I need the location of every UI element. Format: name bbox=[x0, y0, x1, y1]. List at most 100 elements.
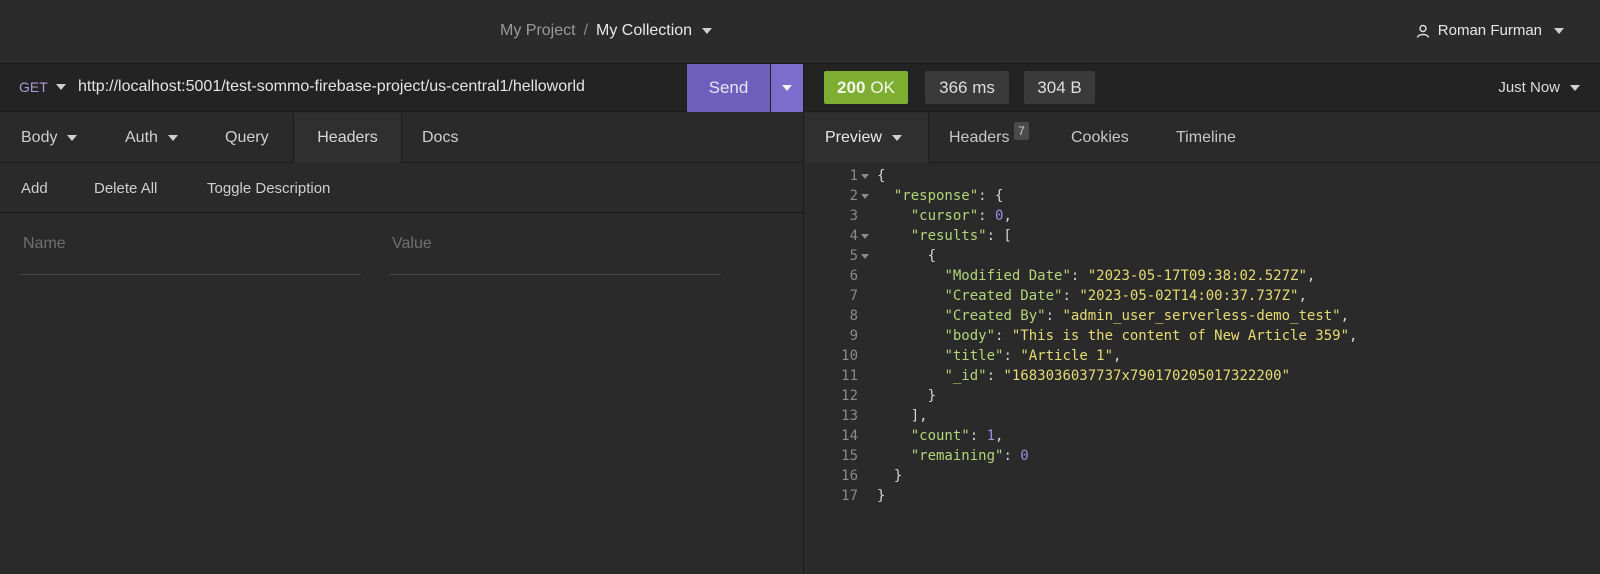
user-icon bbox=[1416, 24, 1429, 38]
code-text: "Modified Date": "2023-05-17T09:38:02.52… bbox=[877, 266, 1315, 286]
header-name-input[interactable] bbox=[20, 235, 361, 253]
code-text: { bbox=[877, 246, 936, 266]
status-badge: 200 OK bbox=[824, 71, 908, 104]
json-punctuation: , bbox=[1306, 268, 1316, 284]
json-key: "results" bbox=[910, 228, 987, 244]
json-punctuation: ], bbox=[910, 408, 928, 424]
tab-label: Preview bbox=[825, 129, 882, 146]
breadcrumb-separator: / bbox=[583, 22, 589, 39]
tab-body[interactable]: Body bbox=[21, 113, 78, 163]
response-size-badge: 304 B bbox=[1024, 71, 1095, 104]
json-punctuation: { bbox=[877, 168, 886, 184]
code-text: "cursor": 0, bbox=[877, 206, 1012, 226]
json-punctuation: } bbox=[927, 388, 937, 404]
code-line: 16 } bbox=[804, 466, 1600, 486]
breadcrumb-project[interactable]: My Project bbox=[500, 22, 576, 40]
line-number: 12 bbox=[841, 388, 858, 404]
json-key: "title" bbox=[944, 348, 1004, 364]
tab-timeline[interactable]: Timeline bbox=[1176, 113, 1236, 163]
tab-cookies[interactable]: Cookies bbox=[1071, 113, 1129, 163]
json-punctuation: : bbox=[1062, 288, 1080, 304]
response-history-menu[interactable]: Just Now bbox=[1498, 79, 1580, 96]
tab-preview[interactable]: Preview bbox=[804, 113, 929, 163]
tab-label: Timeline bbox=[1176, 129, 1236, 146]
json-key: "Modified Date" bbox=[944, 268, 1071, 284]
send-options-button[interactable] bbox=[771, 64, 803, 112]
code-line: 8 "Created By": "admin_user_serverless-d… bbox=[804, 306, 1600, 326]
delete-all-button[interactable]: Delete All bbox=[94, 180, 157, 197]
code-line: 9 "body": "This is the content of New Ar… bbox=[804, 326, 1600, 346]
code-text: "_id": "1683036037737x790170205017322200… bbox=[877, 366, 1290, 386]
tab-label: Headers bbox=[317, 129, 378, 146]
code-text: { bbox=[877, 166, 885, 186]
status-code: 200 bbox=[837, 77, 866, 97]
tab-query[interactable]: Query bbox=[225, 113, 269, 163]
chevron-down-icon[interactable] bbox=[702, 28, 713, 34]
line-number: 3 bbox=[849, 208, 858, 224]
send-button[interactable]: Send bbox=[687, 64, 770, 112]
breadcrumb-collection[interactable]: My Collection bbox=[596, 22, 692, 40]
header-name-field[interactable] bbox=[20, 235, 361, 275]
response-timestamp: Just Now bbox=[1498, 79, 1560, 96]
request-tabs: Body Auth Query Headers Docs bbox=[0, 113, 803, 163]
breadcrumb: My Project / My Collection bbox=[500, 22, 713, 40]
json-punctuation: { bbox=[927, 248, 937, 264]
code-text: "Created Date": "2023-05-02T14:00:37.737… bbox=[877, 286, 1307, 306]
tab-label: Cookies bbox=[1071, 129, 1129, 146]
fold-toggle-icon[interactable] bbox=[861, 194, 869, 199]
chevron-down-icon bbox=[167, 135, 178, 141]
json-punctuation: , bbox=[1298, 288, 1307, 304]
request-url-bar: GET http://localhost:5001/test-sommo-fir… bbox=[0, 64, 803, 112]
header-value-input[interactable] bbox=[389, 235, 721, 253]
json-punctuation: : bbox=[995, 328, 1012, 344]
line-number: 8 bbox=[849, 308, 858, 324]
response-body-viewer[interactable]: 1{2 "response": {3 "cursor": 0, 4 "result… bbox=[804, 166, 1600, 506]
line-number: 14 bbox=[841, 428, 858, 444]
fold-toggle-icon[interactable] bbox=[861, 234, 869, 239]
user-menu[interactable]: Roman Furman bbox=[1416, 22, 1564, 39]
code-line: 17} bbox=[804, 486, 1600, 506]
json-punctuation: : bbox=[1003, 348, 1021, 364]
code-text: "Created By": "admin_user_serverless-dem… bbox=[877, 306, 1349, 326]
line-number: 13 bbox=[841, 408, 858, 424]
line-number: 10 bbox=[841, 348, 858, 364]
tab-headers[interactable]: Headers bbox=[293, 113, 402, 163]
code-line: 12 } bbox=[804, 386, 1600, 406]
tab-response-headers[interactable]: Headers bbox=[949, 113, 1009, 163]
chevron-down-icon bbox=[782, 85, 792, 91]
tab-label: Headers bbox=[949, 129, 1010, 146]
headers-count-badge: 7 bbox=[1014, 122, 1029, 140]
code-text: "title": "Article 1", bbox=[877, 346, 1121, 366]
fold-toggle-icon[interactable] bbox=[861, 254, 869, 259]
json-punctuation: , bbox=[1003, 208, 1012, 224]
line-number: 1 bbox=[849, 168, 858, 184]
status-text: OK bbox=[870, 77, 895, 97]
json-key: "body" bbox=[944, 328, 996, 344]
tab-docs[interactable]: Docs bbox=[422, 113, 458, 163]
json-string: "2023-05-02T14:00:37.737Z" bbox=[1079, 288, 1299, 304]
json-punctuation: , bbox=[995, 428, 1004, 444]
method-selector[interactable]: GET bbox=[19, 79, 66, 95]
tab-auth[interactable]: Auth bbox=[125, 113, 178, 163]
url-input[interactable]: http://localhost:5001/test-sommo-firebas… bbox=[78, 78, 585, 96]
top-bar: My Project / My Collection Roman Furman bbox=[0, 0, 1600, 64]
json-punctuation: : bbox=[969, 428, 987, 444]
chevron-down-icon bbox=[1554, 27, 1564, 34]
json-punctuation: : bbox=[1070, 268, 1088, 284]
code-line: 11 "_id": "1683036037737x790170205017322… bbox=[804, 366, 1600, 386]
json-key: "cursor" bbox=[910, 208, 979, 224]
code-text: "remaining": 0 bbox=[877, 446, 1029, 466]
code-text: } bbox=[877, 386, 936, 406]
response-tabs: Preview Headers Cookies Timeline bbox=[804, 113, 1600, 163]
line-number: 6 bbox=[849, 268, 858, 284]
line-number: 9 bbox=[849, 328, 858, 344]
line-number: 4 bbox=[849, 228, 858, 244]
json-punctuation: , bbox=[1113, 348, 1122, 364]
header-actions: Add Delete All Toggle Description bbox=[0, 164, 803, 213]
line-number: 7 bbox=[849, 288, 858, 304]
fold-toggle-icon[interactable] bbox=[861, 174, 869, 179]
add-header-button[interactable]: Add bbox=[21, 180, 48, 197]
toggle-description-button[interactable]: Toggle Description bbox=[207, 180, 330, 197]
code-line: 13 ], bbox=[804, 406, 1600, 426]
header-value-field[interactable] bbox=[389, 235, 721, 275]
